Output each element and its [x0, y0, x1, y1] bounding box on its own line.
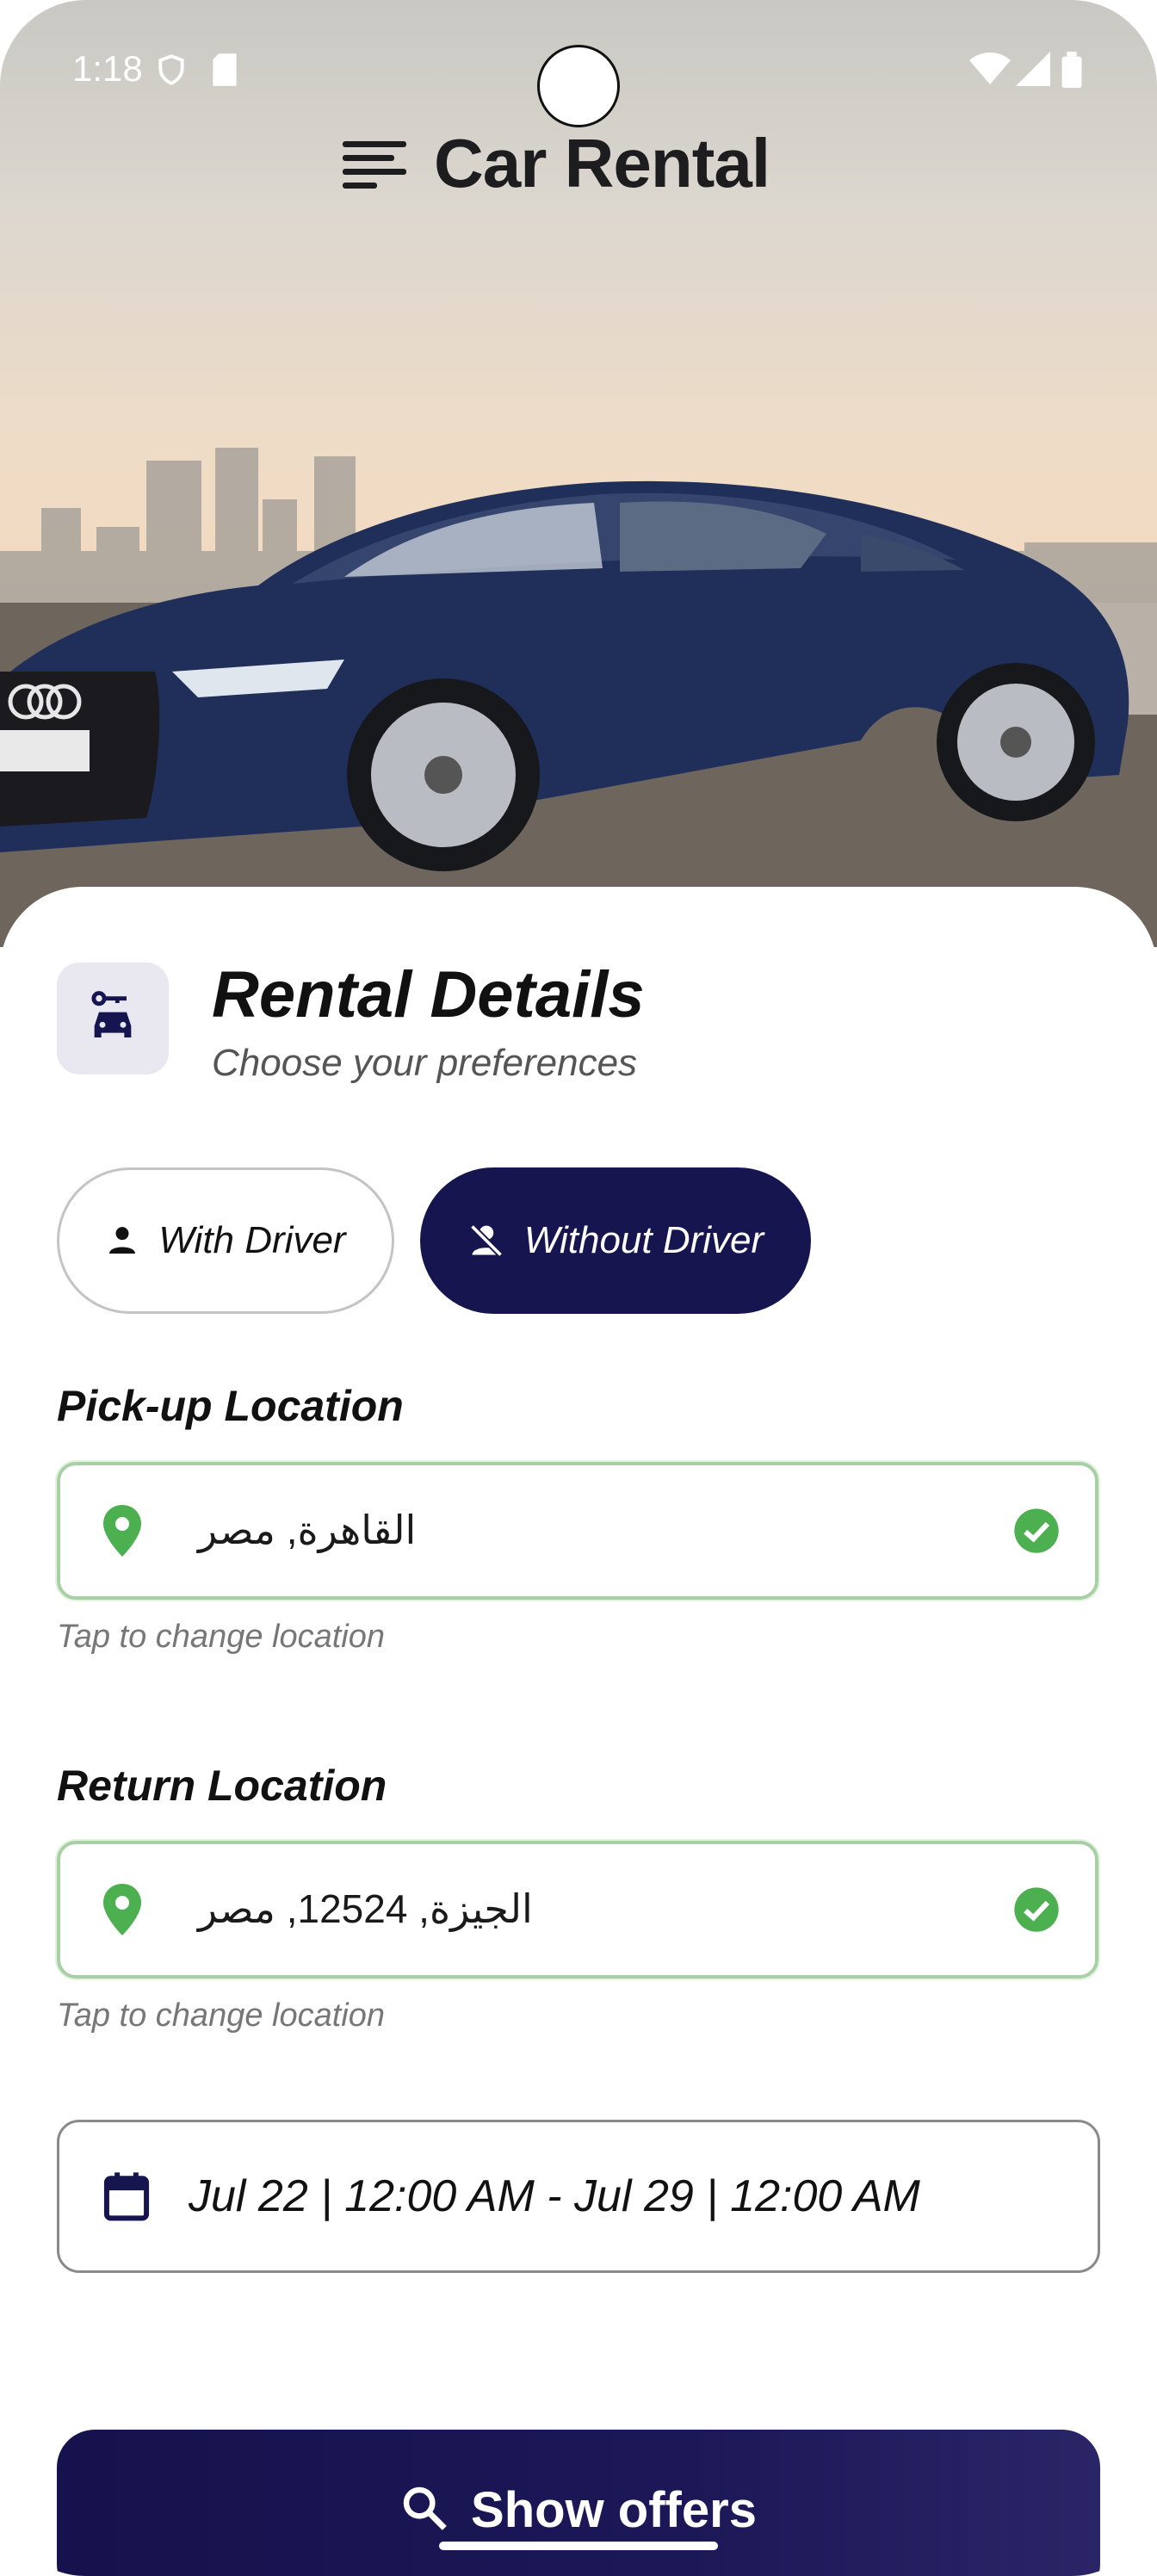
rental-icon-box	[57, 963, 169, 1074]
rental-details-subtitle: Choose your preferences	[212, 1042, 638, 1084]
check-circle-icon	[1012, 1886, 1061, 1938]
return-location-label: Return Location	[57, 1762, 387, 1810]
search-icon	[400, 2484, 449, 2536]
person-off-icon	[467, 1222, 505, 1260]
without-driver-button[interactable]: Without Driver	[420, 1167, 811, 1314]
rental-details-title: Rental Details	[212, 958, 645, 1031]
hero-car-image: 1:18 Car Rental	[0, 0, 1157, 947]
calendar-icon	[102, 2170, 151, 2226]
camera-cutout	[537, 45, 620, 127]
rental-dates-value: Jul 22 | 12:00 AM - Jul 29 | 12:00 AM	[189, 2171, 920, 2221]
app-screen: 1:18 Car Rental Rental Details Choose yo…	[0, 0, 1157, 2576]
return-location-field[interactable]: الجيزة, 12524, مصر	[57, 1841, 1098, 1978]
without-driver-label: Without Driver	[523, 1219, 764, 1261]
check-circle-icon	[1012, 1507, 1061, 1559]
location-pin-icon	[102, 1882, 143, 1941]
return-helper-text: Tap to change location	[57, 1997, 386, 2034]
rental-details-sheet: Rental Details Choose your preferences W…	[0, 887, 1157, 2576]
rental-dates-field[interactable]: Jul 22 | 12:00 AM - Jul 29 | 12:00 AM	[57, 2120, 1100, 2273]
menu-icon[interactable]	[341, 136, 410, 191]
return-location-value: الجيزة, 12524, مصر	[198, 1886, 533, 1931]
location-pin-icon	[102, 1503, 143, 1563]
app-header: Car Rental	[341, 121, 770, 207]
home-indicator[interactable]	[439, 2542, 718, 2550]
show-offers-label: Show offers	[471, 2482, 757, 2538]
pickup-location-value: القاهرة, مصر	[198, 1508, 417, 1552]
status-time: 1:18	[72, 48, 143, 89]
show-offers-button[interactable]: Show offers	[57, 2430, 1100, 2576]
car-icon	[85, 989, 140, 1049]
with-driver-button[interactable]: With Driver	[57, 1167, 394, 1314]
pickup-location-label: Pick-up Location	[57, 1382, 404, 1430]
app-title: Car Rental	[434, 125, 770, 201]
with-driver-label: With Driver	[158, 1219, 346, 1261]
pickup-location-field[interactable]: القاهرة, مصر	[57, 1462, 1098, 1600]
person-icon	[105, 1223, 139, 1258]
pickup-helper-text: Tap to change location	[57, 1619, 386, 1655]
